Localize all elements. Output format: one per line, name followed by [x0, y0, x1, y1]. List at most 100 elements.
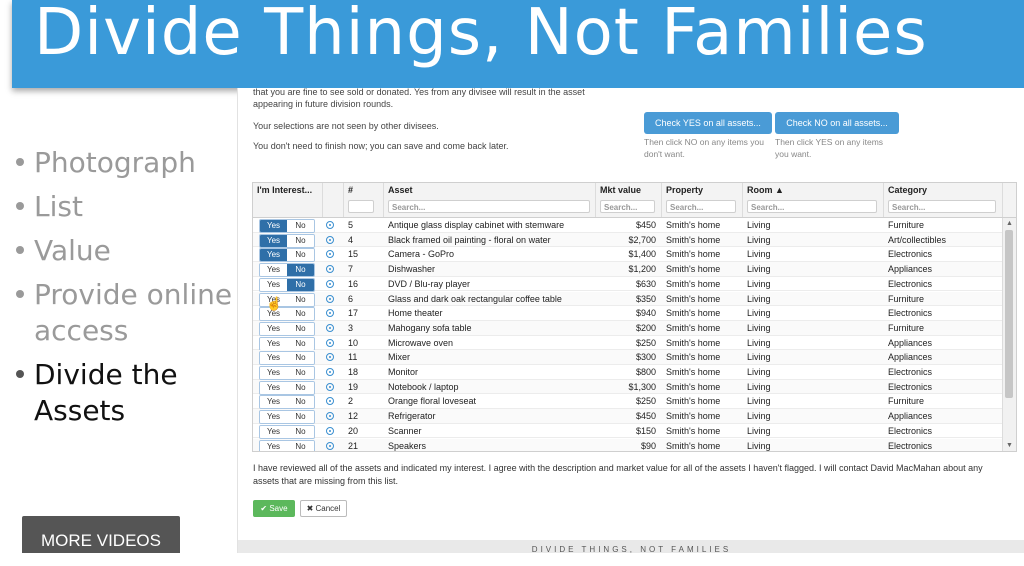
table-row[interactable]: Yes No 15 Camera - GoPro $1,400 Smith's home L…: [253, 247, 1002, 263]
eye-icon[interactable]: [326, 397, 334, 406]
column-header-interest[interactable]: I'm Interest...: [253, 183, 323, 217]
toggle-yes-button[interactable]: Yes: [260, 234, 287, 247]
column-header-property[interactable]: Property Search...: [662, 183, 743, 217]
eye-icon[interactable]: [326, 338, 334, 347]
interest-toggle[interactable]: Yes No: [259, 424, 315, 439]
eye-icon[interactable]: [326, 250, 334, 259]
save-button[interactable]: ✔ Save: [253, 500, 295, 517]
toggle-no-button[interactable]: No: [287, 264, 314, 277]
toggle-no-button[interactable]: No: [287, 425, 314, 438]
interest-toggle[interactable]: Yes No: [259, 219, 315, 233]
interest-toggle[interactable]: Yes No: [259, 439, 315, 451]
interest-toggle[interactable]: Yes No: [259, 336, 315, 351]
table-row[interactable]: Yes No 18 Monitor $800 Smith's home Living Elec…: [253, 365, 1002, 380]
interest-toggle[interactable]: Yes No: [259, 410, 315, 425]
eye-icon[interactable]: [326, 368, 334, 376]
scroll-down-icon[interactable]: ▼: [1006, 442, 1013, 449]
eye-icon[interactable]: [326, 382, 334, 391]
interest-toggle[interactable]: Yes No: [259, 351, 315, 366]
table-row[interactable]: Yes No 6 Glass and dark oak rectangular cof…: [253, 291, 1002, 307]
interest-toggle[interactable]: Yes No: [259, 263, 315, 278]
eye-icon[interactable]: [326, 353, 334, 362]
column-header-category[interactable]: Category Search...: [884, 183, 1003, 217]
toggle-yes-button[interactable]: Yes: [260, 337, 287, 350]
toggle-yes-button[interactable]: Yes: [260, 367, 287, 379]
table-row[interactable]: Yes No 12 Refrigerator $450 Smith's home Livin…: [253, 409, 1002, 425]
eye-icon[interactable]: [326, 426, 334, 435]
table-row[interactable]: Yes No 11 Mixer $300 Smith's home Living Applia…: [253, 350, 1002, 366]
check-yes-all-button[interactable]: Check YES on all assets...: [644, 112, 772, 134]
scroll-thumb[interactable]: [1005, 230, 1013, 398]
table-row[interactable]: Yes No 7 Dishwasher $1,200 Smith's home Living…: [253, 262, 1002, 278]
interest-toggle[interactable]: Yes No: [259, 395, 315, 410]
toggle-yes-button[interactable]: Yes: [260, 352, 287, 365]
table-row[interactable]: Yes No 17 Home theater $940 Smith's home Livin…: [253, 306, 1002, 322]
toggle-no-button[interactable]: No: [287, 367, 314, 379]
table-row[interactable]: Yes No 3 Mahogany sofa table $200 Smith's hom…: [253, 320, 1002, 336]
cancel-button[interactable]: ✖ Cancel: [300, 500, 347, 517]
eye-icon[interactable]: [326, 441, 334, 450]
table-row[interactable]: Yes No 10 Microwave oven $250 Smith's home Liv…: [253, 336, 1002, 351]
column-header-asset[interactable]: Asset Search...: [384, 183, 596, 217]
eye-icon[interactable]: [326, 323, 334, 332]
interest-toggle[interactable]: Yes No: [259, 248, 315, 263]
toggle-no-button[interactable]: No: [287, 220, 314, 232]
toggle-no-button[interactable]: No: [287, 411, 314, 424]
toggle-yes-button[interactable]: Yes: [260, 396, 287, 409]
toggle-no-button[interactable]: No: [287, 337, 314, 350]
toggle-no-button[interactable]: No: [287, 278, 314, 291]
column-header-num[interactable]: #: [344, 183, 384, 217]
toggle-no-button[interactable]: No: [287, 234, 314, 247]
table-row[interactable]: Yes No 4 Black framed oil painting - floral…: [253, 232, 1002, 248]
toggle-yes-button[interactable]: Yes: [260, 264, 287, 277]
toggle-no-button[interactable]: No: [287, 293, 314, 306]
toggle-no-button[interactable]: No: [287, 440, 314, 451]
table-row[interactable]: Yes No 19 Notebook / laptop $1,300 Smith's ho…: [253, 379, 1002, 395]
eye-icon[interactable]: [326, 265, 334, 274]
num-search-input[interactable]: [348, 200, 374, 213]
property-search-input[interactable]: Search...: [666, 200, 736, 213]
value-search-input[interactable]: Search...: [600, 200, 655, 213]
toggle-yes-button[interactable]: Yes: [260, 440, 287, 451]
toggle-no-button[interactable]: No: [287, 308, 314, 321]
interest-toggle[interactable]: Yes No: [259, 321, 315, 336]
toggle-yes-button[interactable]: Yes: [260, 425, 287, 438]
scroll-up-icon[interactable]: ▲: [1006, 220, 1013, 227]
eye-icon[interactable]: [326, 412, 334, 421]
column-header-room[interactable]: Room ▲ Search...: [743, 183, 884, 217]
cell-category: Appliances: [888, 337, 933, 348]
interest-toggle[interactable]: Yes No: [259, 380, 315, 395]
toggle-no-button[interactable]: No: [287, 381, 314, 394]
table-row[interactable]: Yes No 21 Speakers $90 Smith's home Living Elec…: [253, 438, 1002, 451]
interest-toggle[interactable]: Yes No: [259, 277, 315, 292]
more-videos-button[interactable]: MORE VIDEOS: [22, 516, 180, 553]
check-no-all-button[interactable]: Check NO on all assets...: [775, 112, 899, 134]
eye-icon[interactable]: [326, 309, 334, 318]
toggle-yes-button[interactable]: Yes: [260, 381, 287, 394]
toggle-no-button[interactable]: No: [287, 249, 314, 262]
column-header-value[interactable]: Mkt value Search...: [596, 183, 662, 217]
category-search-input[interactable]: Search...: [888, 200, 996, 213]
toggle-no-button[interactable]: No: [287, 322, 314, 335]
table-row[interactable]: Yes No 2 Orange floral loveseat $250 Smith's …: [253, 394, 1002, 410]
table-row[interactable]: Yes No 16 DVD / Blu-ray player $630 Smith's h…: [253, 277, 1002, 292]
toggle-no-button[interactable]: No: [287, 396, 314, 409]
room-search-input[interactable]: Search...: [747, 200, 877, 213]
eye-icon[interactable]: [326, 294, 334, 303]
table-row[interactable]: Yes No 20 Scanner $150 Smith's home Living Elec…: [253, 424, 1002, 439]
eye-icon[interactable]: [326, 279, 334, 288]
interest-toggle[interactable]: Yes No: [259, 233, 315, 248]
cell-value: $630: [635, 278, 656, 289]
asset-search-input[interactable]: Search...: [388, 200, 590, 213]
grid-scrollbar[interactable]: ▲ ▼: [1002, 218, 1016, 451]
eye-icon[interactable]: [326, 221, 334, 229]
interest-toggle[interactable]: Yes No: [259, 366, 315, 380]
toggle-yes-button[interactable]: Yes: [260, 220, 287, 232]
eye-icon[interactable]: [326, 235, 334, 244]
toggle-yes-button[interactable]: Yes: [260, 249, 287, 262]
toggle-yes-button[interactable]: Yes: [260, 322, 287, 335]
table-row[interactable]: Yes No 5 Antique glass display cabinet with…: [253, 218, 1002, 233]
toggle-no-button[interactable]: No: [287, 352, 314, 365]
toggle-yes-button[interactable]: Yes: [260, 278, 287, 291]
toggle-yes-button[interactable]: Yes: [260, 411, 287, 424]
